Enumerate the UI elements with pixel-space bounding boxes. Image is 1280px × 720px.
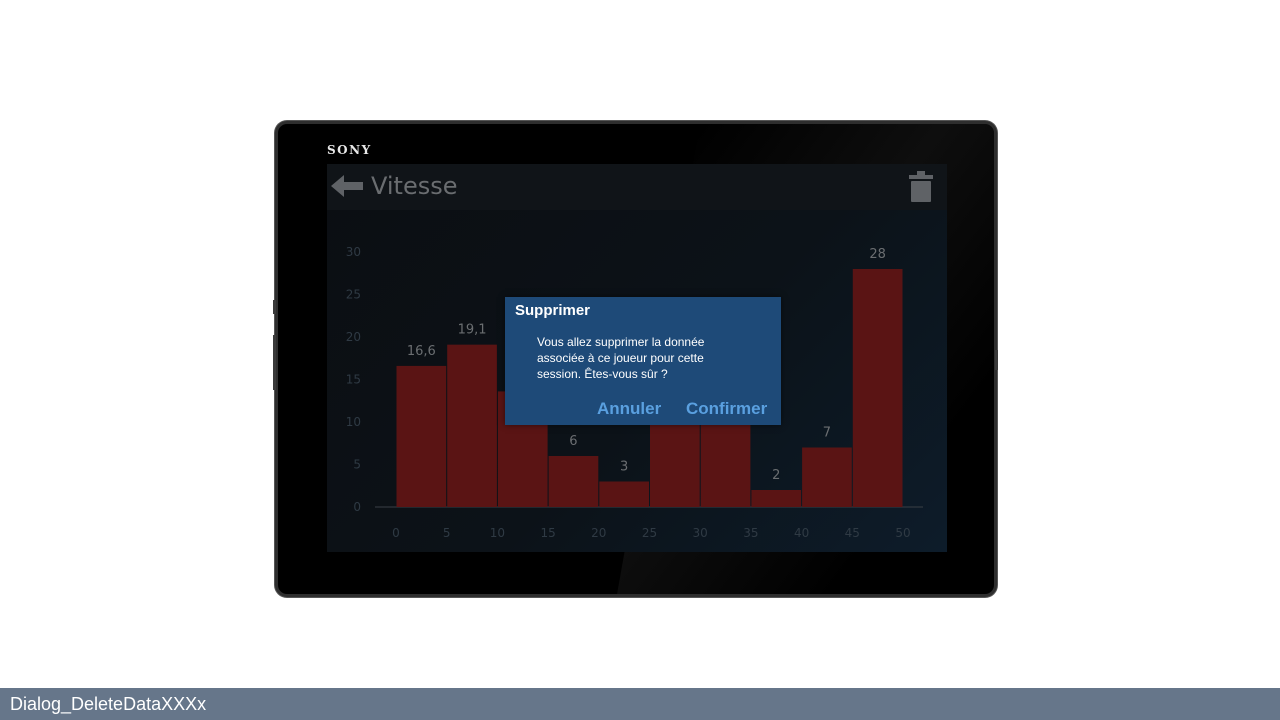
histogram-bar <box>548 456 599 507</box>
y-tick-label: 15 <box>346 373 361 387</box>
y-tick-label: 5 <box>353 458 361 472</box>
tablet-side-button <box>273 300 276 314</box>
histogram-bar <box>852 269 903 507</box>
tablet-side-button <box>273 335 276 390</box>
device-brand: SONY <box>327 143 372 157</box>
cancel-button[interactable]: Annuler <box>597 399 661 419</box>
histogram-bar <box>700 422 751 507</box>
bar-value-label: 16,6 <box>407 344 436 359</box>
dialog-title: Supprimer <box>515 302 591 319</box>
histogram-bar <box>599 481 649 507</box>
y-tick-label: 0 <box>353 500 361 514</box>
x-tick-label: 15 <box>540 526 555 540</box>
bar-value-label: 2 <box>772 468 780 483</box>
histogram-bar <box>751 490 802 507</box>
app-bar: Vitesse <box>327 164 947 210</box>
y-tick-label: 10 <box>346 415 361 429</box>
x-tick-label: 0 <box>392 526 400 540</box>
x-tick-label: 40 <box>794 526 809 540</box>
y-tick-label: 20 <box>346 330 361 344</box>
histogram-bar <box>802 447 852 507</box>
x-tick-label: 20 <box>591 526 606 540</box>
bar-value-label: 19,1 <box>458 323 487 338</box>
x-tick-label: 25 <box>642 526 657 540</box>
x-tick-label: 35 <box>743 526 758 540</box>
histogram-bar <box>447 344 497 507</box>
x-tick-label: 45 <box>845 526 860 540</box>
page-title: Vitesse <box>371 172 458 200</box>
trash-icon[interactable] <box>909 171 933 203</box>
confirm-button[interactable]: Confirmer <box>686 399 767 419</box>
dialog-message: Vous allez supprimer la donnée associée … <box>537 335 705 381</box>
x-tick-label: 5 <box>443 526 451 540</box>
x-tick-label: 50 <box>895 526 910 540</box>
x-tick-label: 30 <box>693 526 708 540</box>
histogram-bar <box>650 422 700 507</box>
bar-value-label: 28 <box>869 247 886 262</box>
y-tick-label: 25 <box>346 288 361 302</box>
delete-confirm-dialog: Supprimer Vous allez supprimer la donnée… <box>505 297 781 425</box>
screen-caption: Dialog_DeleteDataXXXx <box>10 694 207 714</box>
y-tick-label: 30 <box>346 245 361 259</box>
bar-value-label: 7 <box>823 426 831 441</box>
bar-value-label: 6 <box>569 434 577 449</box>
histogram-bar <box>396 365 447 507</box>
arrow-left-icon[interactable] <box>331 174 363 198</box>
tablet-side-button <box>995 350 998 370</box>
caption-bar: Dialog_DeleteDataXXXx <box>0 688 1280 720</box>
x-tick-label: 10 <box>490 526 505 540</box>
bar-value-label: 3 <box>620 460 628 475</box>
